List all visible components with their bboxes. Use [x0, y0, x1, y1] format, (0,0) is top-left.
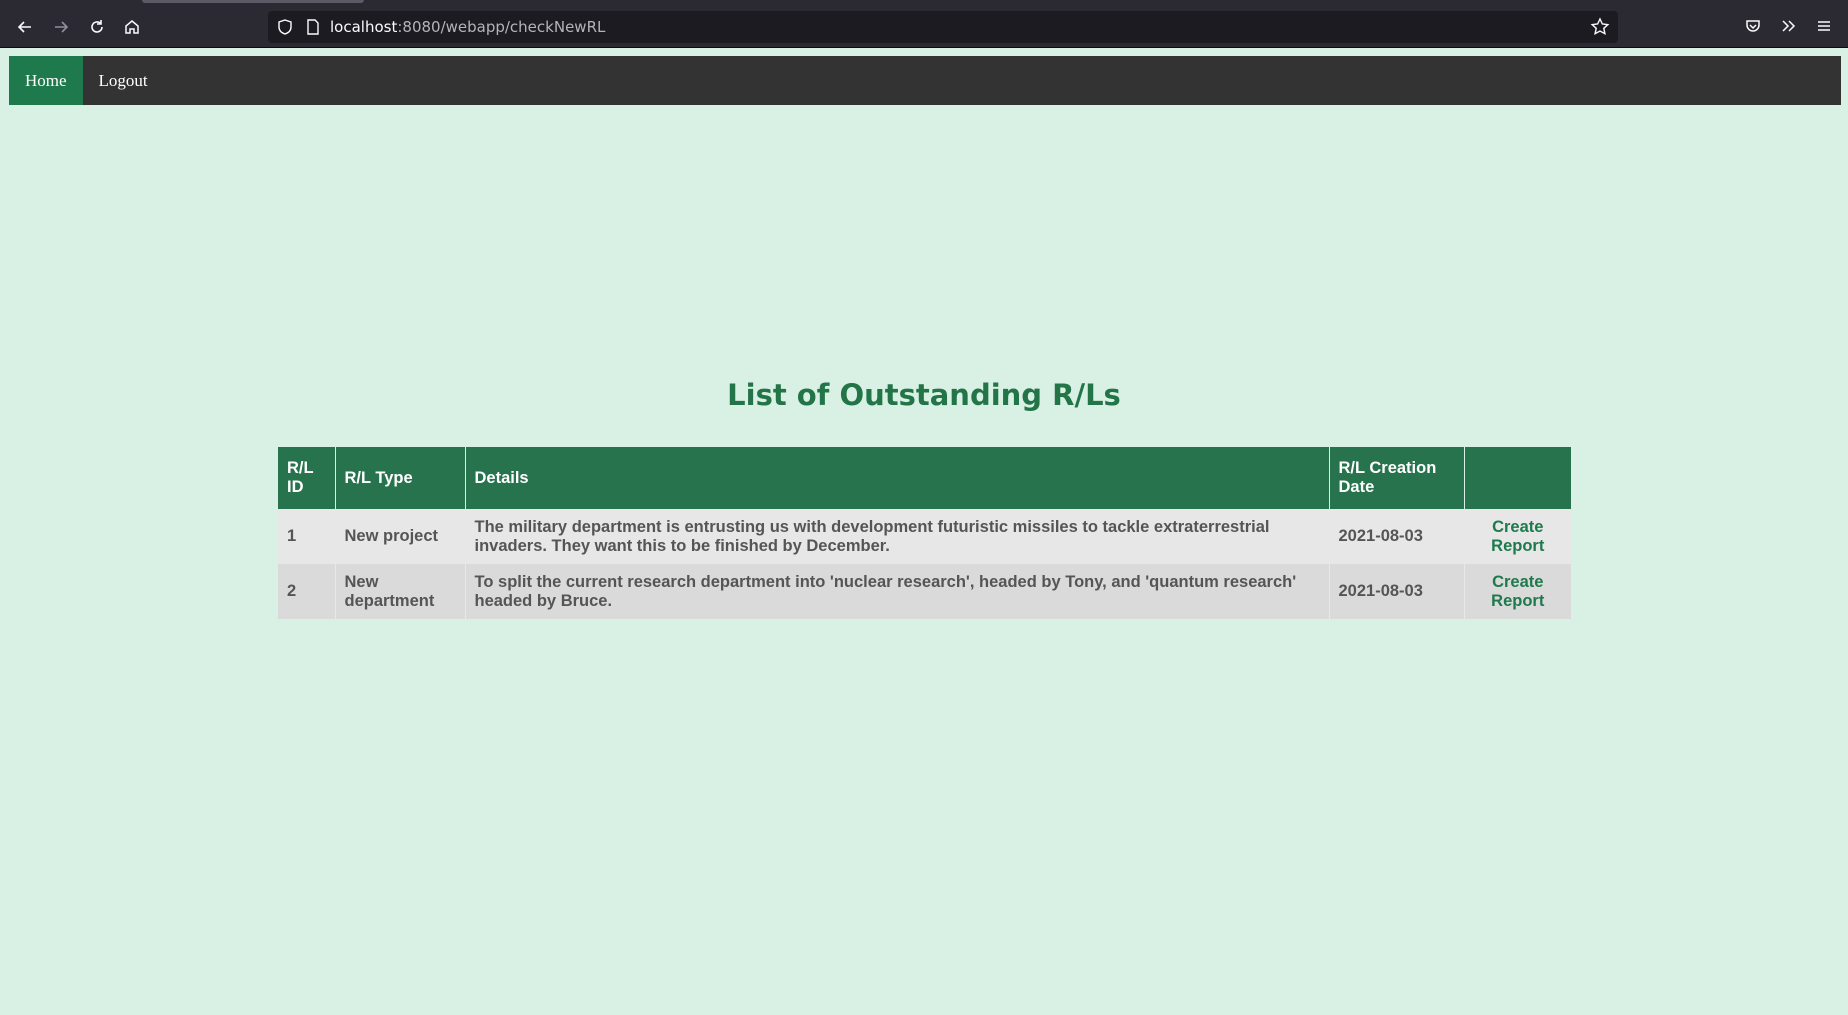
toolbar-divider: [0, 47, 1848, 48]
home-icon[interactable]: [117, 12, 147, 42]
top-navbar: Home Logout: [9, 56, 1841, 105]
shield-icon[interactable]: [276, 18, 294, 36]
url-host: localhost: [330, 18, 398, 36]
header-action: [1464, 447, 1571, 509]
cell-creation-date: 2021-08-03: [1329, 509, 1465, 564]
bookmark-star-icon[interactable]: [1590, 17, 1610, 37]
url-text[interactable]: localhost:8080/webapp/checkNewRL: [330, 17, 605, 37]
extensions-overflow-icon[interactable]: [1775, 13, 1801, 39]
nav-logout-link[interactable]: Logout: [83, 56, 164, 105]
header-rl-type: R/L Type: [335, 447, 466, 509]
header-details: Details: [465, 447, 1330, 509]
header-rl-id: R/L ID: [278, 447, 336, 509]
browser-toolbar: localhost:8080/webapp/checkNewRL: [0, 0, 1848, 48]
cell-action: Create Report: [1464, 564, 1571, 619]
url-path: :8080/webapp/checkNewRL: [397, 18, 606, 36]
create-report-link[interactable]: Create Report: [1491, 518, 1544, 555]
cell-action: Create Report: [1464, 509, 1571, 564]
cell-rl-id: 2: [278, 564, 336, 619]
page-title: List of Outstanding R/Ls: [727, 378, 1121, 412]
cell-creation-date: 2021-08-03: [1329, 564, 1465, 619]
table-header-row: R/L ID R/L Type Details R/L Creation Dat…: [278, 447, 1571, 509]
reload-icon[interactable]: [82, 12, 112, 42]
header-creation-date: R/L Creation Date: [1329, 447, 1465, 509]
nav-home-link[interactable]: Home: [9, 56, 83, 105]
cell-rl-id: 1: [278, 509, 336, 564]
table-row: 2 New department To split the current re…: [278, 564, 1571, 619]
table-row: 1 New project The military department is…: [278, 509, 1571, 564]
cell-rl-type: New department: [335, 564, 466, 619]
back-icon[interactable]: [10, 12, 40, 42]
rl-table: R/L ID R/L Type Details R/L Creation Dat…: [278, 447, 1571, 619]
page-icon: [307, 19, 319, 35]
url-bar[interactable]: localhost:8080/webapp/checkNewRL: [268, 11, 1618, 43]
cell-details: To split the current research department…: [465, 564, 1330, 619]
active-tab-indicator: [142, 0, 364, 3]
pocket-icon[interactable]: [1740, 13, 1766, 39]
cell-details: The military department is entrusting us…: [465, 509, 1330, 564]
cell-rl-type: New project: [335, 509, 466, 564]
create-report-link[interactable]: Create Report: [1491, 573, 1544, 610]
menu-icon[interactable]: [1811, 13, 1837, 39]
forward-icon[interactable]: [46, 12, 76, 42]
